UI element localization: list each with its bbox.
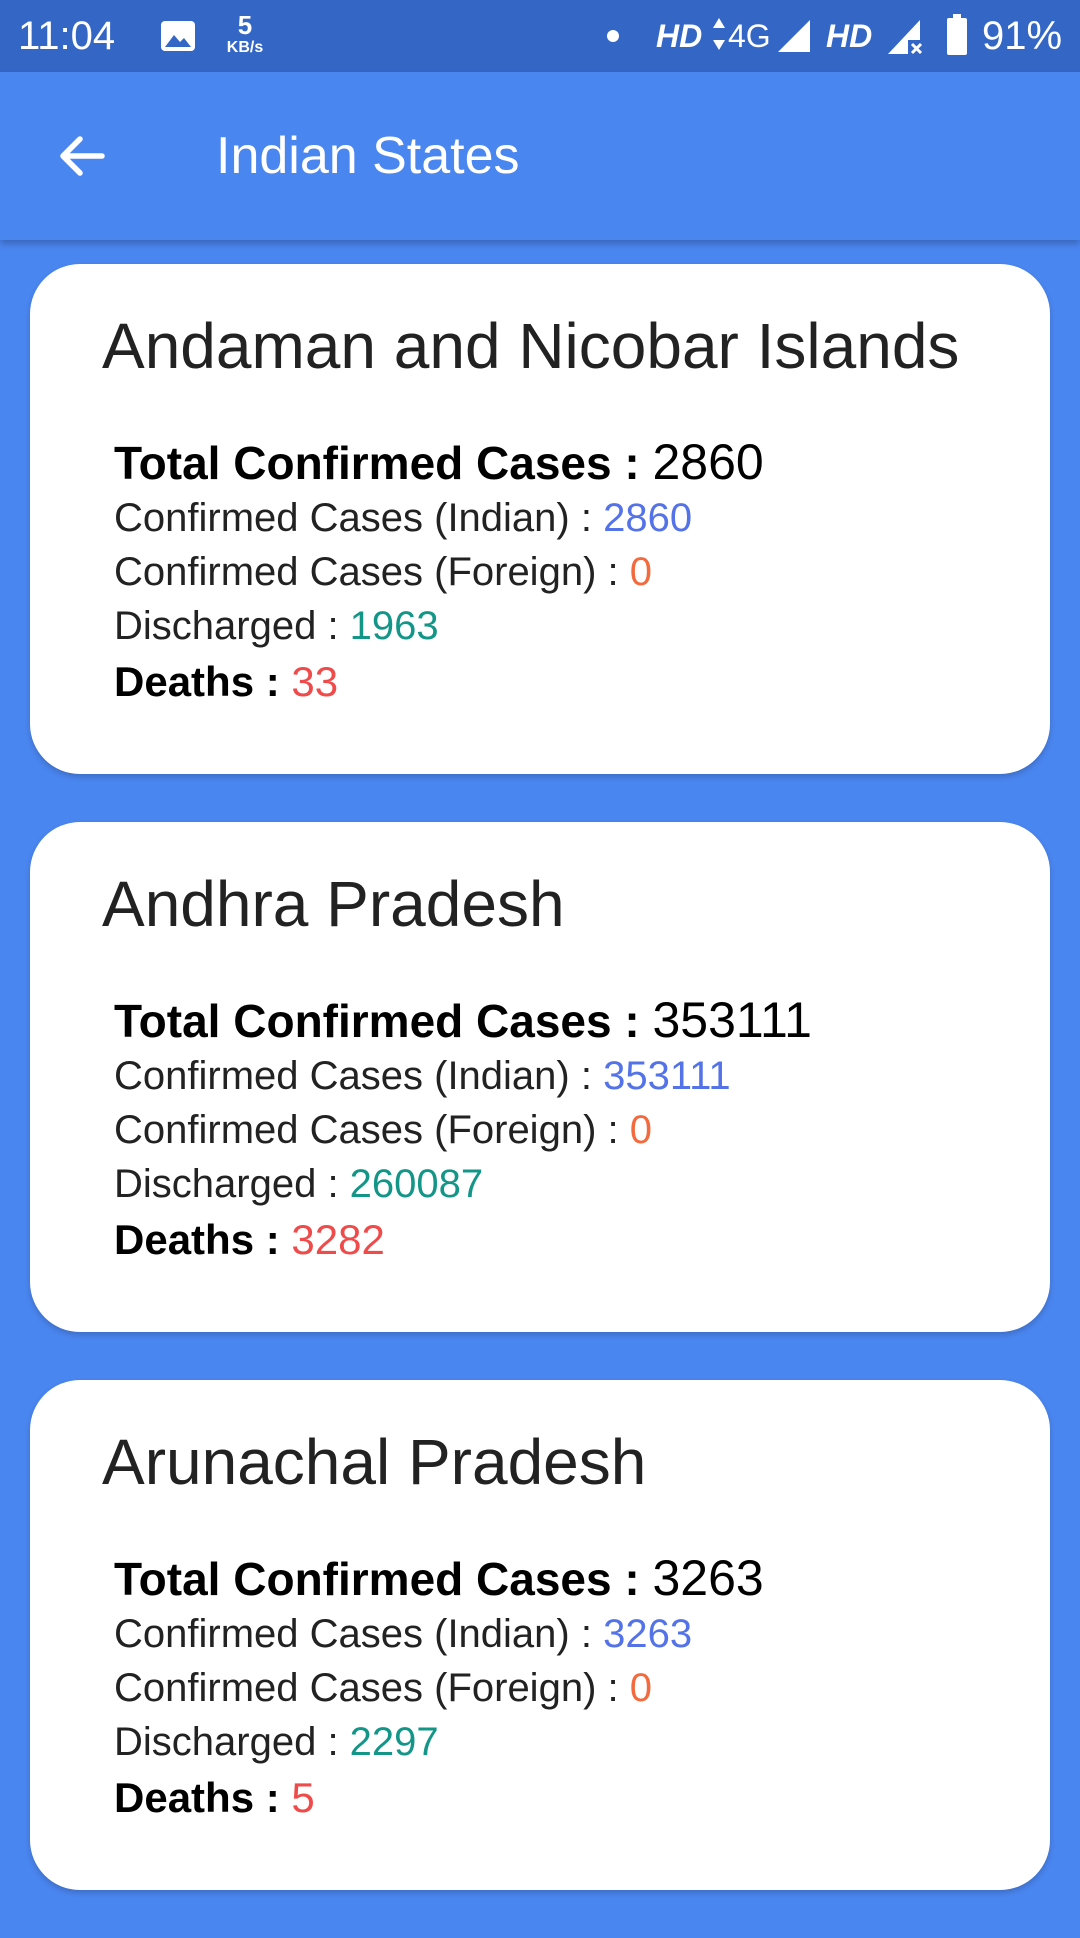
total-confirmed-value: 2860 xyxy=(652,434,764,490)
discharged-row: Discharged : 260087 xyxy=(114,1157,1014,1211)
confirmed-foreign-label: Confirmed Cases (Foreign) : xyxy=(114,1108,630,1152)
deaths-label: Deaths : xyxy=(114,658,292,705)
deaths-value: 3282 xyxy=(291,1216,385,1263)
deaths-value: 33 xyxy=(291,658,339,705)
state-name: Arunachal Pradesh xyxy=(102,1426,647,1498)
confirmed-foreign-value: 0 xyxy=(629,1666,652,1710)
discharged-value: 2297 xyxy=(349,1720,439,1764)
confirmed-indian-row: Confirmed Cases (Indian) : 353111 xyxy=(114,1049,1014,1103)
signal-strength-icon xyxy=(776,18,812,54)
deaths-value: 5 xyxy=(291,1774,315,1821)
network-speed-value: 5 xyxy=(237,10,253,40)
confirmed-indian-label: Confirmed Cases (Indian) : xyxy=(114,1612,604,1656)
confirmed-indian-label: Confirmed Cases (Indian) : xyxy=(114,1054,604,1098)
confirmed-foreign-label: Confirmed Cases (Foreign) : xyxy=(114,1666,630,1710)
page-title: Indian States xyxy=(216,127,520,185)
confirmed-indian-label: Confirmed Cases (Indian) : xyxy=(114,496,604,540)
confirmed-foreign-value: 0 xyxy=(629,550,652,594)
confirmed-foreign-value: 0 xyxy=(629,1108,652,1152)
battery-percentage: 91% xyxy=(982,14,1063,58)
discharged-label: Discharged : xyxy=(114,1720,350,1764)
deaths-label: Deaths : xyxy=(114,1774,292,1821)
hd-voice-label-2: HD xyxy=(826,18,873,54)
network-type-label: 4G xyxy=(728,18,771,54)
state-stats: Total Confirmed Cases : 353111 Confirmed… xyxy=(114,992,1014,1269)
deaths-row: Deaths : 5 xyxy=(114,1769,1014,1827)
confirmed-indian-row: Confirmed Cases (Indian) : 3263 xyxy=(114,1607,1014,1661)
back-button[interactable] xyxy=(54,128,110,184)
deaths-label: Deaths : xyxy=(114,1216,292,1263)
discharged-label: Discharged : xyxy=(114,604,350,648)
confirmed-foreign-row: Confirmed Cases (Foreign) : 0 xyxy=(114,545,1014,599)
deaths-row: Deaths : 3282 xyxy=(114,1211,1014,1269)
state-stats: Total Confirmed Cases : 2860 Confirmed C… xyxy=(114,434,1014,711)
state-name: Andaman and Nicobar Islands xyxy=(102,310,960,382)
total-confirmed-row: Total Confirmed Cases : 3263 xyxy=(114,1550,1014,1607)
state-card[interactable]: Andaman and Nicobar Islands Total Confir… xyxy=(30,264,1050,774)
state-name: Andhra Pradesh xyxy=(102,868,565,940)
total-confirmed-label: Total Confirmed Cases : xyxy=(114,995,653,1047)
image-notification-icon xyxy=(160,20,196,52)
confirmed-foreign-row: Confirmed Cases (Foreign) : 0 xyxy=(114,1661,1014,1715)
state-card[interactable]: Andhra Pradesh Total Confirmed Cases : 3… xyxy=(30,822,1050,1332)
network-speed: 5 KB/s xyxy=(222,12,268,56)
battery-icon xyxy=(946,14,968,56)
confirmed-indian-row: Confirmed Cases (Indian) : 2860 xyxy=(114,491,1014,545)
state-card[interactable]: Arunachal Pradesh Total Confirmed Cases … xyxy=(30,1380,1050,1890)
confirmed-indian-value: 3263 xyxy=(603,1612,693,1656)
status-bar: 11:04 5 KB/s HD 4G HD 91% xyxy=(0,0,1080,72)
confirmed-indian-value: 2860 xyxy=(603,496,693,540)
discharged-value: 260087 xyxy=(349,1162,484,1206)
state-stats: Total Confirmed Cases : 3263 Confirmed C… xyxy=(114,1550,1014,1827)
total-confirmed-label: Total Confirmed Cases : xyxy=(114,1553,653,1605)
confirmed-indian-value: 353111 xyxy=(603,1054,731,1098)
network-speed-unit: KB/s xyxy=(226,39,264,56)
total-confirmed-label: Total Confirmed Cases : xyxy=(114,437,653,489)
arrow-back-icon xyxy=(60,136,105,176)
notification-dot-icon xyxy=(607,30,619,42)
total-confirmed-value: 353111 xyxy=(652,992,812,1048)
app-bar: Indian States xyxy=(0,72,1080,240)
signal-no-service-icon xyxy=(886,18,926,56)
deaths-row: Deaths : 33 xyxy=(114,653,1014,711)
state-list: Andaman and Nicobar Islands Total Confir… xyxy=(30,264,1050,1938)
total-confirmed-row: Total Confirmed Cases : 2860 xyxy=(114,434,1014,491)
discharged-row: Discharged : 1963 xyxy=(114,599,1014,653)
discharged-label: Discharged : xyxy=(114,1162,350,1206)
discharged-value: 1963 xyxy=(349,604,439,648)
data-transfer-icon xyxy=(712,14,726,54)
discharged-row: Discharged : 2297 xyxy=(114,1715,1014,1769)
total-confirmed-value: 3263 xyxy=(652,1550,764,1606)
hd-voice-label: HD xyxy=(656,18,703,54)
confirmed-foreign-label: Confirmed Cases (Foreign) : xyxy=(114,550,630,594)
total-confirmed-row: Total Confirmed Cases : 353111 xyxy=(114,992,1014,1049)
status-time: 11:04 xyxy=(18,14,116,58)
confirmed-foreign-row: Confirmed Cases (Foreign) : 0 xyxy=(114,1103,1014,1157)
